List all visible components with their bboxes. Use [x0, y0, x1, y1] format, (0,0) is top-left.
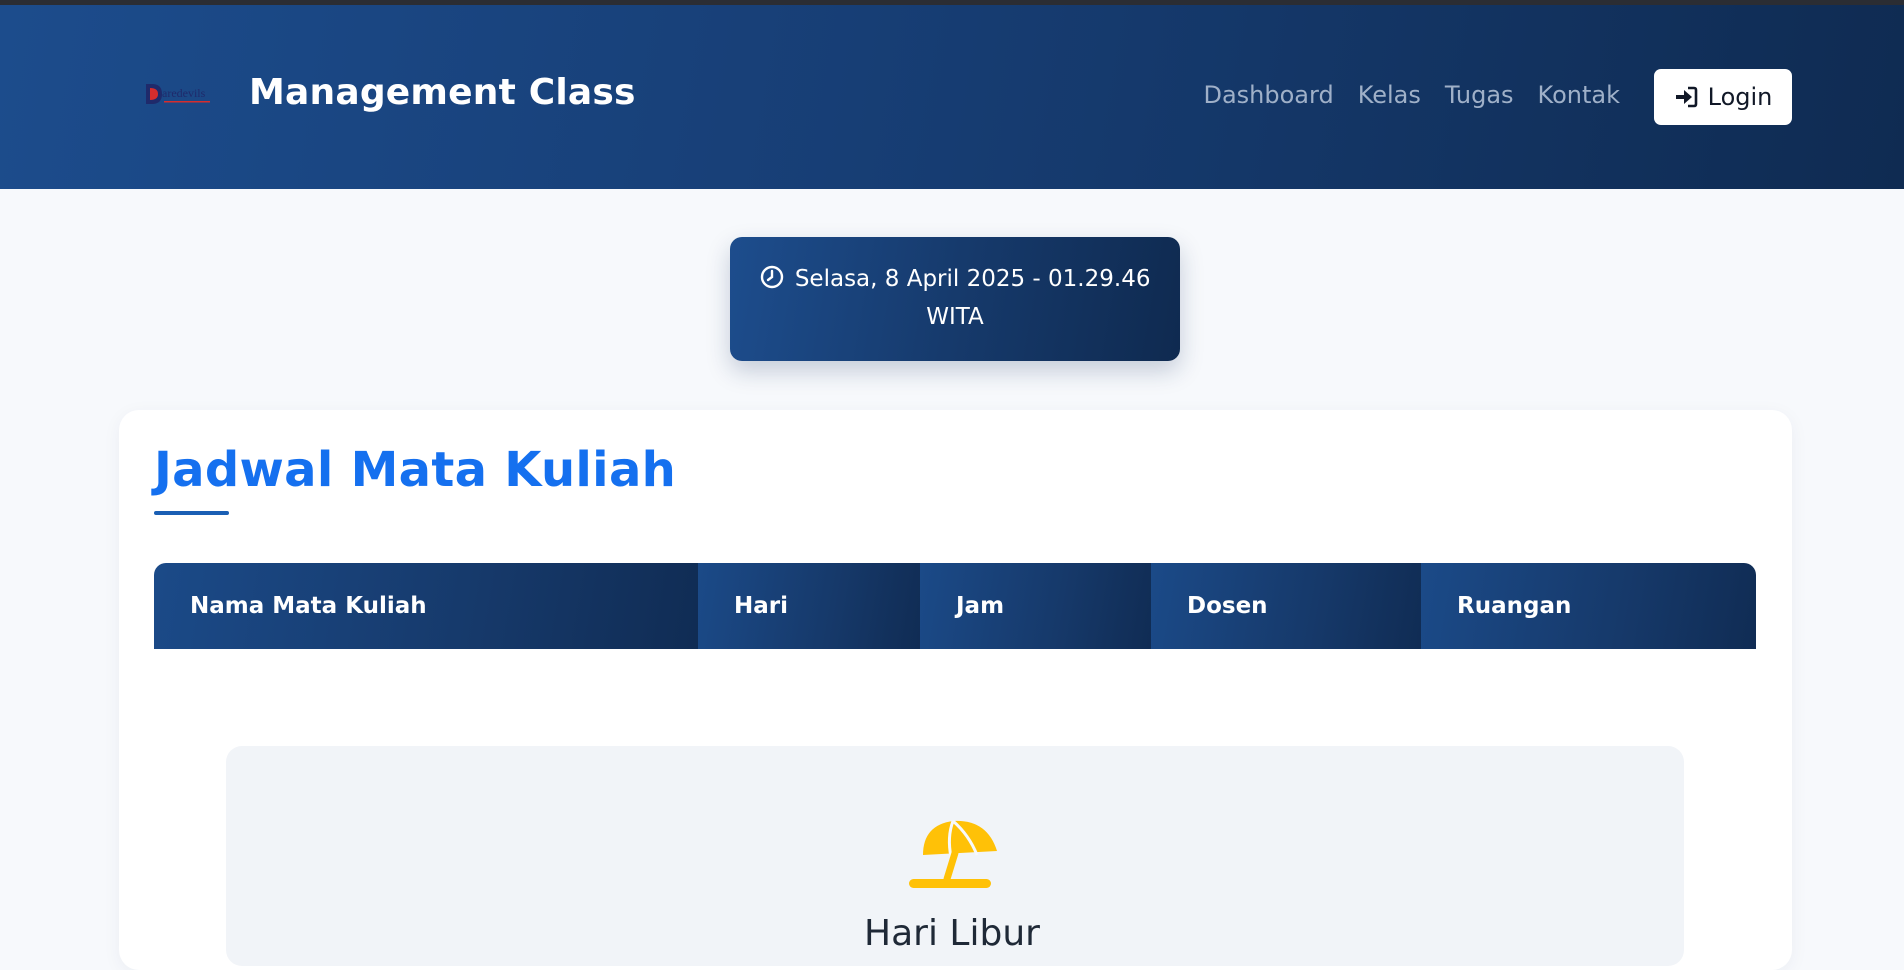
nav-kelas[interactable]: Kelas [1358, 81, 1421, 109]
clock-icon [760, 265, 783, 289]
brand-title[interactable]: Management Class [249, 72, 636, 113]
date-time-display: Selasa, 8 April 2025 - 01.29.46 WITA [730, 237, 1180, 361]
umbrella-beach-icon [909, 819, 997, 888]
title-underline [154, 511, 229, 515]
holiday-text: Hari Libur [864, 913, 1040, 954]
clock-timezone: WITA [926, 304, 984, 330]
login-label: Login [1707, 83, 1773, 111]
column-header-dosen: Dosen [1151, 563, 1421, 649]
nav-tugas[interactable]: Tugas [1445, 81, 1514, 109]
login-button[interactable]: Login [1654, 69, 1792, 125]
column-header-jam: Jam [920, 563, 1151, 649]
nav-kontak[interactable]: Kontak [1538, 81, 1620, 109]
navbar: aredevils Management Class Dashboard Kel… [0, 5, 1904, 189]
schedule-title: Jadwal Mata Kuliah [154, 442, 677, 498]
clock-date-time: Selasa, 8 April 2025 - 01.29.46 [794, 266, 1151, 292]
nav-dashboard[interactable]: Dashboard [1203, 81, 1333, 109]
svg-text:aredevils: aredevils [162, 86, 206, 100]
column-header-ruangan: Ruangan [1421, 563, 1756, 649]
clock-line-1: Selasa, 8 April 2025 - 01.29.46 [730, 260, 1180, 298]
daredevils-logo-icon[interactable]: aredevils [140, 78, 220, 110]
main-nav: Dashboard Kelas Tugas Kontak [1203, 81, 1620, 109]
column-header-nama-mata-kuliah: Nama Mata Kuliah [154, 563, 698, 649]
column-header-hari: Hari [698, 563, 920, 649]
schedule-table-header: Nama Mata Kuliah Hari Jam Dosen Ruangan [154, 563, 1756, 649]
sign-in-icon [1675, 86, 1697, 108]
